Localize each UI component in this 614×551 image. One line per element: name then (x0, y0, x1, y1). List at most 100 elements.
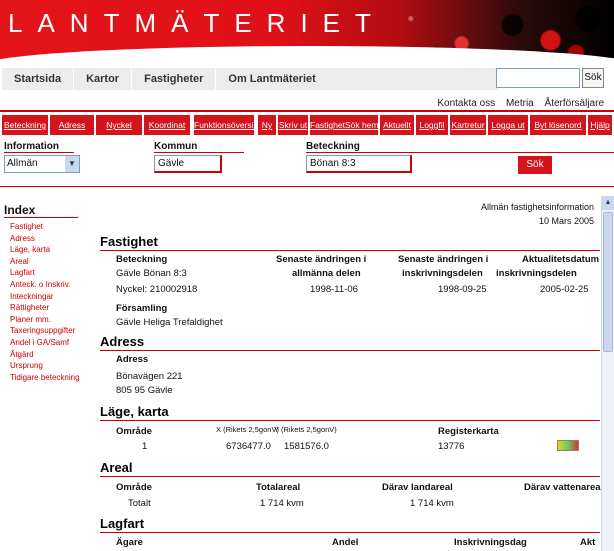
index-link-ursprung[interactable]: Ursprung (10, 360, 80, 372)
index-link-tidigare-beteckning[interactable]: Tidigare beteckning (10, 372, 80, 384)
toolbar-skriv-ut-button[interactable]: Skriv ut (278, 115, 308, 135)
section-lage-karta: Läge, karta (100, 404, 600, 421)
section-lagfart: Lagfart (100, 516, 600, 533)
index-link-adress[interactable]: Adress (10, 233, 80, 245)
toolbar-koordinat-button[interactable]: Koordinat (144, 115, 190, 135)
link-metria[interactable]: Metria (506, 98, 534, 109)
senaste-allm-value: 1998-11-06 (310, 284, 358, 295)
col-header-senaste-inskr: Senaste ändringen i (398, 254, 489, 265)
col-header-adress: Adress (116, 354, 149, 365)
main-menu: Startsida Kartor Fastigheter Om Lantmäte… (2, 68, 498, 90)
toolbar-hjalp-button[interactable]: Hjälp (588, 115, 612, 135)
nav-kartor[interactable]: Kartor (74, 68, 133, 90)
landareal-value: 1 714 kvm (410, 498, 454, 509)
col-header-registerkarta: Registerkarta (438, 426, 499, 437)
col-header-omrade: Område (116, 426, 152, 437)
nav-fastigheter[interactable]: Fastigheter (132, 68, 217, 90)
index-link-planer[interactable]: Planer mm. (10, 314, 80, 326)
index-list: Fastighet Adress Läge, karta Areal Lagfa… (10, 221, 80, 383)
map-icon[interactable] (557, 440, 579, 451)
beteckning-value: Gävle Bönan 8:3 (116, 268, 187, 279)
document-date: 10 Mars 2005 (538, 216, 594, 226)
section-title: Adress (100, 334, 145, 349)
toolbar-byt-losenord-button[interactable]: Byt lösenord (530, 115, 586, 135)
toolbar-loggfil-button[interactable]: Loggfil (416, 115, 448, 135)
index-link-inteckningar[interactable]: Inteckningar (10, 291, 80, 303)
col-header-andel: Andel (332, 537, 359, 548)
beteckning-field[interactable]: Bönan 8:3 (306, 155, 412, 173)
scroll-up-icon[interactable]: ▲ (602, 196, 614, 210)
section-areal: Areal (100, 460, 600, 477)
nav-startsida[interactable]: Startsida (2, 68, 75, 90)
adress-line-2: 805 95 Gävle (116, 385, 173, 396)
toolbar-beteckning-button[interactable]: Beteckning (2, 115, 48, 135)
toolbar-adress-button[interactable]: Adress (50, 115, 94, 135)
index-link-areal[interactable]: Areal (10, 256, 80, 268)
section-title: Fastighet (100, 234, 158, 249)
index-link-atgard[interactable]: Åtgärd (10, 349, 80, 361)
col-header-y: Y (Rikets 2,5gonV) (274, 425, 337, 434)
col-header-senaste-inskr-2: inskrivningsdelen (402, 268, 483, 279)
col-header-vattenareal: Därav vattenareal (524, 482, 604, 493)
beteckning-underline (306, 152, 614, 153)
index-link-fastighet[interactable]: Fastighet (10, 221, 80, 233)
scrollbar-thumb[interactable] (603, 212, 613, 352)
header-banner: LANTMÄTERIET (0, 0, 614, 62)
areal-omrade-value: Totalt (128, 498, 151, 509)
col-header-omrade: Område (116, 482, 152, 493)
col-header-totalareal: Totalareal (256, 482, 301, 493)
index-link-rattigheter[interactable]: Rättigheter (10, 302, 80, 314)
col-header-landareal: Därav landareal (382, 482, 453, 493)
utility-links: Kontakta oss Metria Återförsäljare (429, 98, 604, 109)
top-navigation: Startsida Kartor Fastigheter Om Lantmäte… (0, 62, 614, 110)
nav-om-lantmateriet[interactable]: Om Lantmäteriet (216, 68, 327, 90)
index-link-lage-karta[interactable]: Läge, karta (10, 244, 80, 256)
col-header-agare: Ägare (116, 537, 143, 548)
site-search-button[interactable]: Sök (582, 68, 604, 88)
site-search-input[interactable] (496, 68, 580, 88)
site-logo[interactable]: LANTMÄTERIET (8, 8, 386, 39)
chevron-down-icon[interactable]: ▼ (65, 156, 79, 172)
col-header-beteckning: Beteckning (116, 254, 168, 265)
kommun-field[interactable]: Gävle (154, 155, 222, 173)
col-header-inskrivningsdag: Inskrivningsdag (454, 537, 527, 548)
vertical-scrollbar[interactable]: ▲ (601, 196, 614, 551)
index-link-taxeringsuppgifter[interactable]: Taxeringsuppgifter (10, 325, 80, 337)
divider (0, 186, 614, 187)
index-link-anteck-inskriv[interactable]: Anteck. o Inskriv. (10, 279, 80, 291)
totalareal-value: 1 714 kvm (260, 498, 304, 509)
kommun-underline (154, 152, 244, 153)
link-aterforsaljare[interactable]: Återförsäljare (545, 98, 604, 109)
section-divider (100, 420, 600, 421)
senaste-inskr-value: 1998-09-25 (438, 284, 487, 295)
col-header-akt: Akt (580, 537, 596, 548)
col-header-x: X (Rikets 2,5gonV) (216, 425, 279, 434)
toolbar-logga-ut-button[interactable]: Logga ut (488, 115, 528, 135)
omrade-value: 1 (142, 441, 148, 452)
section-fastighet: Fastighet (100, 234, 600, 251)
col-header-senaste-allm-2: allmänna delen (292, 268, 361, 279)
toolbar-aktuellt-button[interactable]: Aktuellt (380, 115, 414, 135)
toolbar-funktionsoversikt-button[interactable]: Funktionsöversikt (194, 115, 260, 135)
information-underline (4, 152, 74, 153)
toolbar-fastighetsok-hem-button[interactable]: FastighetSök hem (310, 115, 379, 135)
index-underline (4, 217, 78, 218)
aktualitet-value: 2005-02-25 (540, 284, 589, 295)
section-title: Lagfart (100, 516, 145, 531)
beteckning-label: Beteckning (306, 141, 360, 152)
document-type: Allmän fastighetsinformation (480, 202, 594, 212)
toolbar-ny-button[interactable]: Ny (258, 115, 276, 135)
function-toolbar: Beteckning Adress Nyckel Koordinat Funkt… (0, 110, 614, 138)
toolbar-nyckel-button[interactable]: Nyckel (96, 115, 142, 135)
search-submit-button[interactable]: Sök (518, 156, 552, 174)
toolbar-kartretur-button[interactable]: Kartretur (450, 115, 486, 135)
index-link-lagfart[interactable]: Lagfart (10, 267, 80, 279)
information-label: Information (4, 141, 59, 152)
x-value: 6736477.0 (226, 441, 271, 452)
link-kontakta-oss[interactable]: Kontakta oss (437, 98, 495, 109)
information-select[interactable]: Allmän ▼ (4, 155, 80, 173)
adress-line-1: Bönavägen 221 (116, 371, 183, 382)
section-title: Areal (100, 460, 133, 475)
index-link-andel-ga-samf[interactable]: Andel i GA/Samf (10, 337, 80, 349)
search-form: Information Kommun Beteckning Allmän ▼ G… (0, 140, 614, 180)
